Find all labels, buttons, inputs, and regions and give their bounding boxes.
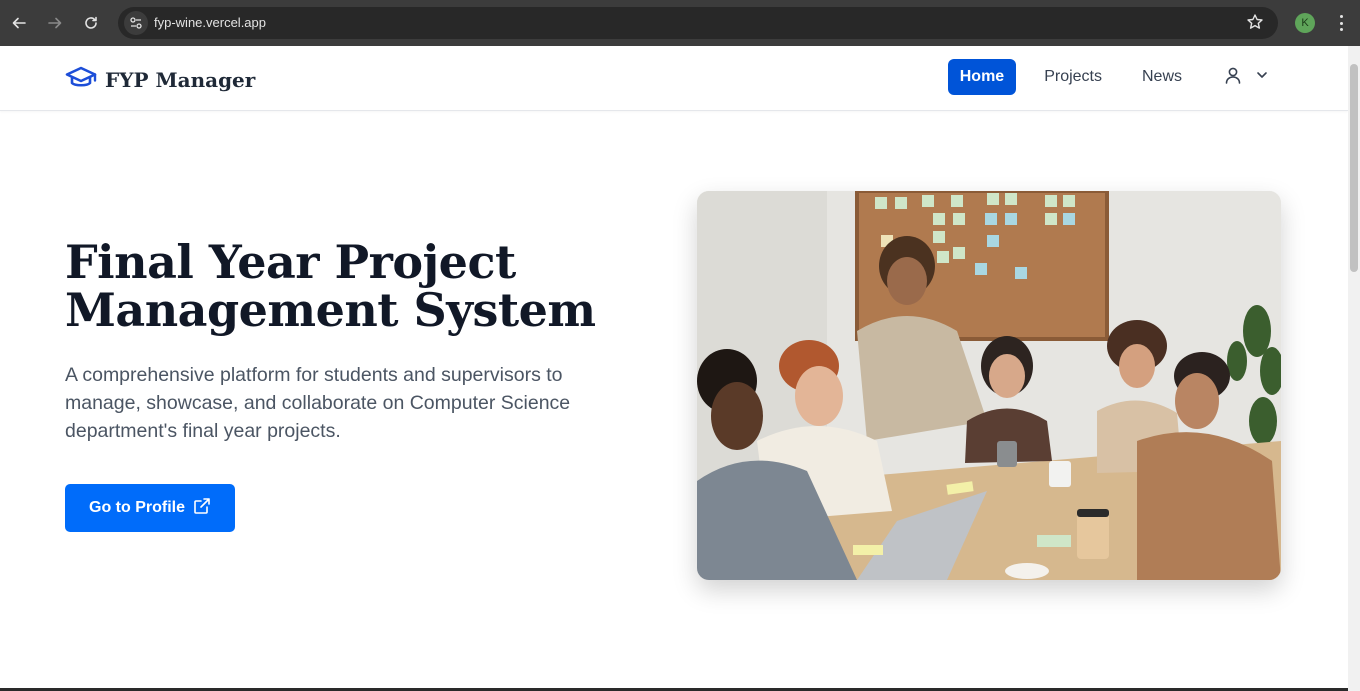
bookmark-star-icon[interactable] <box>1246 13 1264 36</box>
url-text[interactable]: fyp-wine.vercel.app <box>154 15 266 30</box>
nav-projects[interactable]: Projects <box>1032 59 1114 95</box>
nav-news[interactable]: News <box>1130 59 1194 95</box>
site-settings-icon[interactable] <box>124 11 148 35</box>
chevron-down-icon <box>1256 68 1268 86</box>
external-link-icon <box>193 497 211 520</box>
reload-icon[interactable] <box>79 11 103 35</box>
nav-home[interactable]: Home <box>947 59 1017 95</box>
address-bar[interactable]: fyp-wine.vercel.app <box>118 7 1278 39</box>
brand-name: FYP Manager <box>105 67 256 92</box>
browser-toolbar: fyp-wine.vercel.app K <box>0 0 1360 46</box>
browser-profile-avatar[interactable]: K <box>1295 13 1315 33</box>
page-scrollbar[interactable] <box>1348 46 1360 691</box>
user-icon <box>1224 66 1242 89</box>
cta-label: Go to Profile <box>89 499 185 516</box>
browser-menu-icon[interactable] <box>1333 13 1349 33</box>
brand-logo[interactable]: FYP Manager <box>65 65 255 94</box>
hero-team-photo <box>697 191 1281 580</box>
site-header: FYP Manager Home Projects News <box>0 46 1348 111</box>
go-to-profile-button[interactable]: Go to Profile <box>65 484 235 532</box>
hero-title-line2: Management System <box>65 283 596 337</box>
back-icon[interactable] <box>7 11 31 35</box>
hero-description: A comprehensive platform for students an… <box>65 364 571 442</box>
graduation-cap-icon <box>65 65 97 94</box>
scrollbar-thumb[interactable] <box>1350 64 1358 272</box>
hero-title-line1: Final Year Project <box>65 235 516 289</box>
main-nav: Home Projects News <box>947 59 1268 95</box>
forward-icon[interactable] <box>43 11 67 35</box>
hero-title: Final Year Project Management System <box>65 238 625 334</box>
user-menu-toggle[interactable] <box>1224 66 1268 89</box>
